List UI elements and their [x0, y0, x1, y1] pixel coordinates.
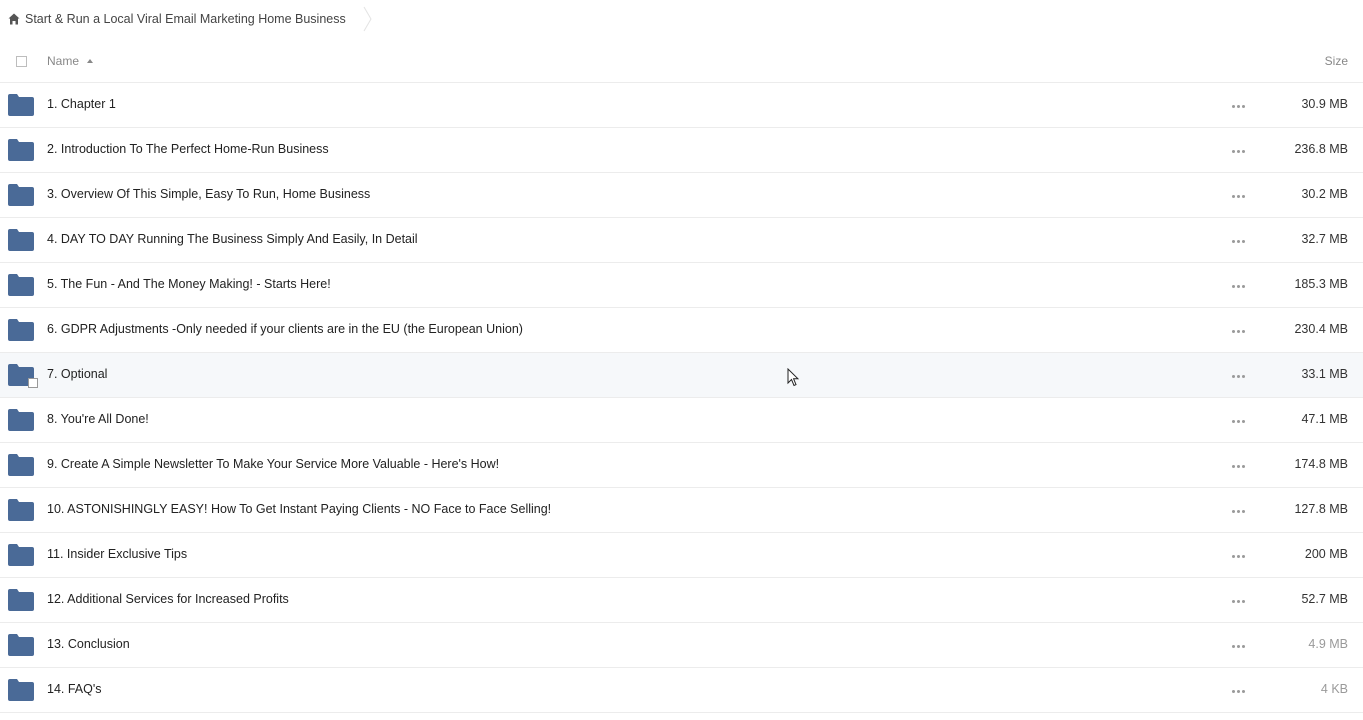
more-actions-icon[interactable]	[1232, 328, 1246, 334]
folder-size: 236.8 MB	[1294, 142, 1348, 156]
folder-name[interactable]: 7. Optional	[47, 367, 107, 381]
folder-row[interactable]: 14. FAQ's 4 KB	[0, 668, 1363, 713]
folder-icon	[8, 454, 34, 476]
folder-name[interactable]: 11. Insider Exclusive Tips	[47, 547, 187, 561]
more-actions-icon[interactable]	[1232, 148, 1246, 154]
folder-icon	[8, 229, 34, 251]
sort-ascending-icon	[87, 59, 94, 63]
row-select-checkbox[interactable]	[28, 378, 38, 388]
folder-icon	[8, 319, 34, 341]
more-actions-icon[interactable]	[1232, 373, 1246, 379]
folder-size: 4.9 MB	[1308, 637, 1348, 651]
folder-row[interactable]: 6. GDPR Adjustments -Only needed if your…	[0, 308, 1363, 353]
folder-row[interactable]: 1. Chapter 1 30.9 MB	[0, 83, 1363, 128]
more-actions-icon[interactable]	[1232, 103, 1246, 109]
folder-size: 185.3 MB	[1294, 277, 1348, 291]
size-column-header[interactable]: Size	[1325, 54, 1348, 68]
folder-row[interactable]: 11. Insider Exclusive Tips 200 MB	[0, 533, 1363, 578]
more-actions-icon[interactable]	[1232, 508, 1246, 514]
folder-row[interactable]: 12. Additional Services for Increased Pr…	[0, 578, 1363, 623]
more-actions-icon[interactable]	[1232, 688, 1246, 694]
folder-row[interactable]: 7. Optional 33.1 MB	[0, 353, 1363, 398]
folder-name[interactable]: 3. Overview Of This Simple, Easy To Run,…	[47, 187, 370, 201]
folder-icon	[8, 634, 34, 656]
folder-icon	[8, 139, 34, 161]
folder-row[interactable]: 13. Conclusion 4.9 MB	[0, 623, 1363, 668]
folder-size: 127.8 MB	[1294, 502, 1348, 516]
folder-row[interactable]: 9. Create A Simple Newsletter To Make Yo…	[0, 443, 1363, 488]
folder-size: 200 MB	[1304, 547, 1348, 561]
folder-name[interactable]: 4. DAY TO DAY Running The Business Simpl…	[47, 232, 418, 246]
folder-name[interactable]: 14. FAQ's	[47, 682, 102, 696]
folder-name[interactable]: 10. ASTONISHINGLY EASY! How To Get Insta…	[47, 502, 551, 516]
folder-size: 32.7 MB	[1301, 232, 1348, 246]
folder-icon	[8, 94, 34, 116]
more-actions-icon[interactable]	[1232, 418, 1246, 424]
folder-size: 174.8 MB	[1294, 457, 1348, 471]
folder-icon	[8, 589, 34, 611]
folder-name[interactable]: 13. Conclusion	[47, 637, 130, 651]
folder-row[interactable]: 10. ASTONISHINGLY EASY! How To Get Insta…	[0, 488, 1363, 533]
folder-row[interactable]: 3. Overview Of This Simple, Easy To Run,…	[0, 173, 1363, 218]
breadcrumb: Start & Run a Local Viral Email Marketin…	[8, 6, 373, 32]
more-actions-icon[interactable]	[1232, 463, 1246, 469]
folder-name[interactable]: 1. Chapter 1	[47, 97, 116, 111]
select-all-checkbox[interactable]	[16, 56, 27, 67]
folder-size: 30.2 MB	[1301, 187, 1348, 201]
more-actions-icon[interactable]	[1232, 598, 1246, 604]
breadcrumb-current-folder[interactable]: Start & Run a Local Viral Email Marketin…	[25, 12, 346, 26]
folder-icon	[8, 544, 34, 566]
folder-size: 4 KB	[1320, 682, 1348, 696]
mouse-cursor-icon	[787, 368, 799, 387]
name-column-label: Name	[47, 54, 80, 68]
name-column-header[interactable]: Name	[47, 54, 94, 68]
folder-name[interactable]: 5. The Fun - And The Money Making! - Sta…	[47, 277, 331, 291]
folder-size: 47.1 MB	[1301, 412, 1348, 426]
folder-icon	[8, 679, 34, 701]
folder-name[interactable]: 9. Create A Simple Newsletter To Make Yo…	[47, 457, 499, 471]
folder-row[interactable]: 2. Introduction To The Perfect Home-Run …	[0, 128, 1363, 173]
folder-icon	[8, 274, 34, 296]
folder-row[interactable]: 8. You're All Done! 47.1 MB	[0, 398, 1363, 443]
more-actions-icon[interactable]	[1232, 193, 1246, 199]
folder-name[interactable]: 2. Introduction To The Perfect Home-Run …	[47, 142, 329, 156]
folder-size: 52.7 MB	[1301, 592, 1348, 606]
folder-name[interactable]: 12. Additional Services for Increased Pr…	[47, 592, 289, 606]
folder-row[interactable]: 4. DAY TO DAY Running The Business Simpl…	[0, 218, 1363, 263]
file-browser: Start & Run a Local Viral Email Marketin…	[0, 0, 1363, 720]
file-list-header: Name Size	[0, 38, 1363, 83]
more-actions-icon[interactable]	[1232, 553, 1246, 559]
folder-size: 30.9 MB	[1301, 97, 1348, 111]
breadcrumb-separator-icon	[363, 6, 372, 32]
folder-size: 33.1 MB	[1301, 367, 1348, 381]
folder-icon	[8, 184, 34, 206]
more-actions-icon[interactable]	[1232, 238, 1246, 244]
more-actions-icon[interactable]	[1232, 283, 1246, 289]
folder-icon	[8, 499, 34, 521]
folder-name[interactable]: 6. GDPR Adjustments -Only needed if your…	[47, 322, 523, 336]
folder-row[interactable]: 5. The Fun - And The Money Making! - Sta…	[0, 263, 1363, 308]
folder-name[interactable]: 8. You're All Done!	[47, 412, 149, 426]
more-actions-icon[interactable]	[1232, 643, 1246, 649]
folder-icon	[8, 409, 34, 431]
file-list: 1. Chapter 1 30.9 MB 2. Introduction To …	[0, 83, 1363, 713]
folder-size: 230.4 MB	[1294, 322, 1348, 336]
home-icon[interactable]	[8, 13, 20, 25]
